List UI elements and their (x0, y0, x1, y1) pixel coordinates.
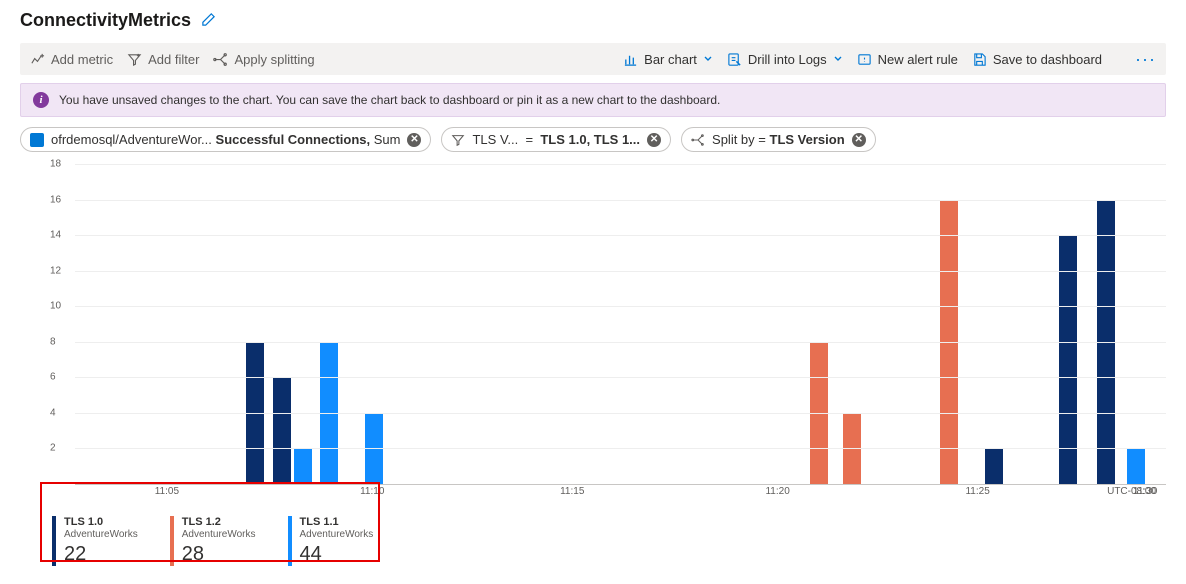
legend-sub: AdventureWorks (300, 529, 374, 541)
add-metric-icon (30, 52, 45, 67)
bar-tls1.0[interactable] (1059, 235, 1077, 484)
legend-color-bar (288, 516, 292, 566)
y-tick-label: 16 (50, 194, 61, 205)
x-tick-label: 11:10 (360, 486, 384, 497)
y-tick-label: 6 (50, 372, 56, 383)
drill-into-logs-button[interactable]: Drill into Logs (727, 52, 843, 67)
info-icon: i (33, 92, 49, 108)
chart-x-axis: UTC-08:00 11:0511:1011:1511:2011:2511:30 (75, 484, 1156, 504)
x-tick-label: 11:15 (560, 486, 584, 497)
x-tick-label: 11:20 (765, 486, 789, 497)
legend-sub: AdventureWorks (64, 529, 138, 541)
bar-tls1.1[interactable] (294, 448, 312, 484)
x-tick-label: 11:30 (1133, 486, 1157, 497)
legend-name: TLS 1.1 (300, 516, 374, 529)
chart-toolbar: Add metric Add filter Apply splitting Ba… (20, 43, 1166, 75)
legend-name: TLS 1.0 (64, 516, 138, 529)
x-tick-label: 11:05 (155, 486, 179, 497)
legend-color-bar (170, 516, 174, 566)
resource-icon (30, 133, 44, 147)
page-title: ConnectivityMetrics (20, 10, 191, 31)
split-chip[interactable]: Split by = TLS Version ✕ (681, 127, 876, 152)
chevron-down-icon (833, 54, 843, 64)
split-icon (691, 133, 705, 147)
legend-value: 44 (300, 542, 374, 566)
more-options-button[interactable]: ··· (1135, 50, 1156, 68)
alert-icon (857, 52, 872, 67)
legend-sub: AdventureWorks (182, 529, 256, 541)
legend-item[interactable]: TLS 1.2AdventureWorks28 (170, 516, 256, 566)
unsaved-changes-banner: i You have unsaved changes to the chart.… (20, 83, 1166, 117)
chart-container: 24681012141618 UTC-08:00 11:0511:1011:15… (20, 164, 1166, 504)
chevron-down-icon (703, 54, 713, 64)
bar-tls1.0[interactable] (273, 377, 291, 484)
y-tick-label: 2 (50, 443, 56, 454)
new-alert-rule-button[interactable]: New alert rule (857, 52, 958, 67)
bar-tls1.1[interactable] (1127, 448, 1145, 484)
chart-plot[interactable] (75, 164, 1156, 484)
filter-chip[interactable]: TLS V... = TLS 1.0, TLS 1... ✕ (441, 127, 671, 152)
filter-icon (127, 52, 142, 67)
y-tick-label: 12 (50, 265, 61, 276)
legend-item[interactable]: TLS 1.1AdventureWorks44 (288, 516, 374, 566)
y-tick-label: 10 (50, 301, 61, 312)
add-filter-button[interactable]: Add filter (127, 52, 199, 67)
remove-filter-button[interactable]: ✕ (647, 133, 661, 147)
bar-tls1.0[interactable] (985, 448, 1003, 484)
save-icon (972, 52, 987, 67)
drill-icon (727, 52, 742, 67)
remove-metric-button[interactable]: ✕ (407, 133, 421, 147)
legend-color-bar (52, 516, 56, 566)
x-tick-label: 11:25 (965, 486, 989, 497)
page-header: ConnectivityMetrics (20, 0, 1166, 43)
y-tick-label: 18 (50, 159, 61, 170)
bar-chart-icon (623, 52, 638, 67)
chips-row: ofrdemosql/AdventureWor... Successful Co… (20, 127, 1166, 152)
legend-value: 22 (64, 542, 138, 566)
banner-text: You have unsaved changes to the chart. Y… (59, 93, 720, 107)
apply-splitting-button[interactable]: Apply splitting (213, 52, 314, 67)
y-tick-label: 8 (50, 336, 56, 347)
save-to-dashboard-button[interactable]: Save to dashboard (972, 52, 1102, 67)
chart-legend: TLS 1.0AdventureWorks22TLS 1.2AdventureW… (40, 510, 1156, 574)
legend-item[interactable]: TLS 1.0AdventureWorks22 (52, 516, 138, 566)
remove-split-button[interactable]: ✕ (852, 133, 866, 147)
chart-type-dropdown[interactable]: Bar chart (623, 52, 713, 67)
filter-icon (451, 133, 465, 147)
split-icon (213, 52, 228, 67)
pencil-icon (201, 12, 216, 27)
add-metric-button[interactable]: Add metric (30, 52, 113, 67)
metric-chip[interactable]: ofrdemosql/AdventureWor... Successful Co… (20, 127, 431, 152)
legend-value: 28 (182, 542, 256, 566)
edit-title-button[interactable] (201, 12, 216, 30)
y-tick-label: 4 (50, 407, 56, 418)
legend-name: TLS 1.2 (182, 516, 256, 529)
y-tick-label: 14 (50, 230, 61, 241)
